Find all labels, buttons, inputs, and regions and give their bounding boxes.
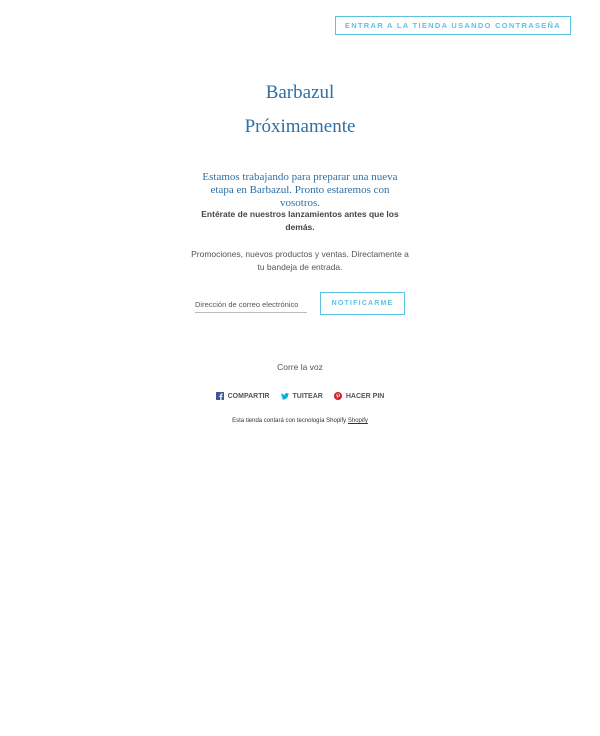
coming-soon-heading: Próximamente (244, 116, 356, 137)
top-bar: ENTRAR A LA TIENDA USANDO CONTRASEÑA (334, 15, 571, 35)
share-facebook-label: COMPARTIR (227, 392, 270, 400)
newsletter-form: NOTIFICARME (195, 292, 405, 316)
store-name: Barbazul (265, 82, 335, 103)
share-twitter-label: TUITEAR (292, 392, 323, 400)
twitter-icon (280, 392, 289, 400)
signup-description: Promociones, nuevos productos y ventas. … (191, 249, 409, 272)
intro-text: Estamos trabajando para preparar una nue… (202, 171, 398, 209)
notify-me-button[interactable]: NOTIFICARME (320, 292, 405, 315)
enter-with-password-button[interactable]: ENTRAR A LA TIENDA USANDO CONTRASEÑA (334, 16, 571, 35)
pinterest-icon (333, 392, 342, 400)
share-twitter-link[interactable]: TUITEAR (280, 392, 323, 400)
powered-by-footer: Esta tienda contará con tecnología Shopi… (0, 418, 600, 424)
facebook-icon (215, 392, 224, 400)
share-pinterest-link[interactable]: HACER PIN (333, 392, 385, 400)
share-facebook-link[interactable]: COMPARTIR (215, 392, 270, 400)
signup-heading: Entérate de nuestros lanzamientos antes … (201, 209, 399, 232)
email-field[interactable] (195, 298, 307, 313)
share-links: COMPARTIR TUITEAR HACER PIN (0, 392, 600, 400)
share-title: Corre la voz (277, 362, 323, 372)
share-pinterest-label: HACER PIN (345, 392, 385, 400)
shopify-link[interactable]: Shopify (348, 418, 368, 424)
footer-text: Esta tienda contará con tecnología Shopi… (232, 418, 347, 424)
